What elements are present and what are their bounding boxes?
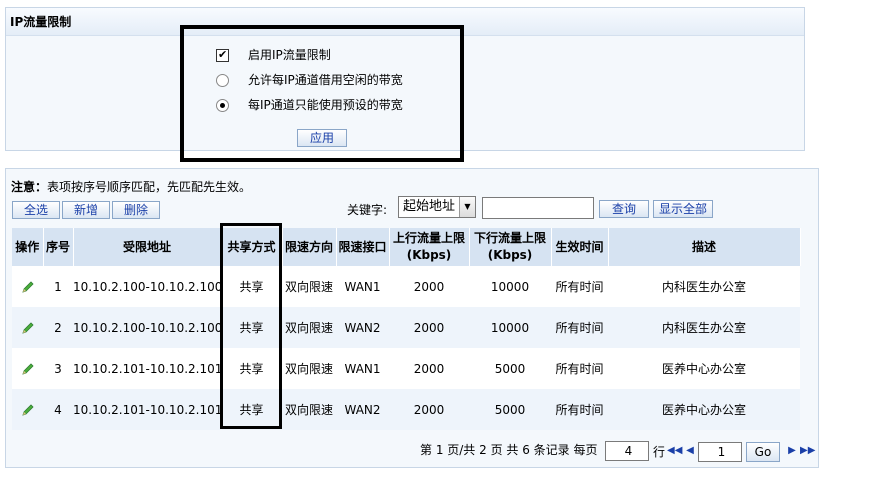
- header-addr: 受限地址: [73, 228, 222, 266]
- cell-no: 3: [43, 348, 73, 389]
- go-button[interactable]: Go: [746, 442, 780, 462]
- cell-no: 4: [43, 389, 73, 430]
- cell-no: 1: [43, 266, 73, 307]
- cell-iface: WAN2: [336, 389, 389, 430]
- show-all-button[interactable]: 显示全部: [653, 200, 713, 218]
- prev-page-icon[interactable]: ◀: [683, 444, 697, 458]
- cell-dir: 双向限速: [282, 307, 336, 348]
- note-prefix: 注意：: [11, 180, 48, 194]
- header-down: 下行流量上限(Kbps): [469, 228, 552, 266]
- per-page-input[interactable]: 4: [605, 441, 649, 461]
- cell-addr: 10.10.2.100-10.10.2.100: [73, 307, 221, 348]
- keyword-select-value: 起始地址: [403, 199, 456, 214]
- note-text: 表项按序号顺序匹配，先匹配先生效。: [47, 180, 252, 194]
- header-up: 上行流量上限(Kbps): [389, 228, 470, 266]
- cell-addr: 10.10.2.101-10.10.2.101: [73, 348, 221, 389]
- cell-down: 10000: [469, 307, 551, 348]
- header-dir: 限速方向: [282, 228, 337, 266]
- delete-button[interactable]: 删除: [112, 201, 160, 219]
- cell-up: 2000: [389, 307, 469, 348]
- cell-up: 2000: [389, 348, 469, 389]
- page-input[interactable]: 1: [698, 442, 742, 462]
- pencil-edit-icon[interactable]: [20, 402, 36, 418]
- highlight-box-options: [180, 25, 464, 162]
- header-op: 操作: [12, 228, 44, 266]
- keyword-select[interactable]: 起始地址 ▼: [398, 196, 476, 218]
- table-row: 1 10.10.2.100-10.10.2.100 共享 双向限速 WAN1 2…: [12, 266, 800, 307]
- query-button[interactable]: 查询: [599, 200, 649, 218]
- header-no: 序号: [43, 228, 74, 266]
- highlight-box-share-column: [220, 223, 282, 429]
- cell-up: 2000: [389, 266, 469, 307]
- cell-dir: 双向限速: [282, 348, 336, 389]
- next-page-icon[interactable]: ▶: [785, 444, 799, 458]
- cell-no: 2: [43, 307, 73, 348]
- cell-down: 10000: [469, 266, 551, 307]
- cell-time: 所有时间: [551, 266, 608, 307]
- cell-time: 所有时间: [551, 389, 608, 430]
- cell-time: 所有时间: [551, 348, 608, 389]
- cell-desc: 医养中心办公室: [608, 348, 800, 389]
- chevron-down-icon[interactable]: ▼: [459, 197, 475, 217]
- cell-dir: 双向限速: [282, 266, 336, 307]
- pencil-edit-icon[interactable]: [20, 361, 36, 377]
- rules-table: 操作 序号 受限地址 共享方式 限速方向 限速接口 上行流量上限(Kbps) 下…: [12, 228, 801, 430]
- cell-addr: 10.10.2.100-10.10.2.100: [73, 266, 221, 307]
- pencil-edit-icon[interactable]: [20, 279, 36, 295]
- select-all-button[interactable]: 全选: [12, 201, 60, 219]
- table-row: 2 10.10.2.100-10.10.2.100 共享 双向限速 WAN2 2…: [12, 307, 800, 348]
- table-row: 3 10.10.2.101-10.10.2.101 共享 双向限速 WAN1 2…: [12, 348, 800, 389]
- add-button[interactable]: 新增: [62, 201, 110, 219]
- table-header-row: 操作 序号 受限地址 共享方式 限速方向 限速接口 上行流量上限(Kbps) 下…: [12, 228, 801, 266]
- cell-time: 所有时间: [551, 307, 608, 348]
- last-page-icon[interactable]: ▶▶: [800, 444, 815, 458]
- pencil-edit-icon[interactable]: [20, 320, 36, 336]
- match-note: 注意：表项按序号顺序匹配，先匹配先生效。: [11, 178, 251, 195]
- cell-up: 2000: [389, 389, 469, 430]
- cell-desc: 内科医生办公室: [608, 266, 800, 307]
- first-page-icon[interactable]: ◀◀: [667, 444, 682, 458]
- cell-down: 5000: [469, 389, 551, 430]
- header-time: 生效时间: [551, 228, 609, 266]
- cell-iface: WAN1: [336, 266, 389, 307]
- header-desc: 描述: [608, 228, 801, 266]
- cell-addr: 10.10.2.101-10.10.2.101: [73, 389, 221, 430]
- cell-iface: WAN1: [336, 348, 389, 389]
- header-iface: 限速接口: [336, 228, 390, 266]
- cell-iface: WAN2: [336, 307, 389, 348]
- rows-label: 行: [653, 445, 666, 459]
- cell-dir: 双向限速: [282, 389, 336, 430]
- table-row: 4 10.10.2.101-10.10.2.101 共享 双向限速 WAN2 2…: [12, 389, 800, 430]
- pager-text: 第 1 页/共 2 页 共 6 条记录 每页: [420, 443, 598, 457]
- cell-desc: 内科医生办公室: [608, 307, 800, 348]
- keyword-label: 关键字:: [347, 203, 388, 217]
- cell-down: 5000: [469, 348, 551, 389]
- keyword-input[interactable]: [482, 197, 594, 219]
- cell-desc: 医养中心办公室: [608, 389, 800, 430]
